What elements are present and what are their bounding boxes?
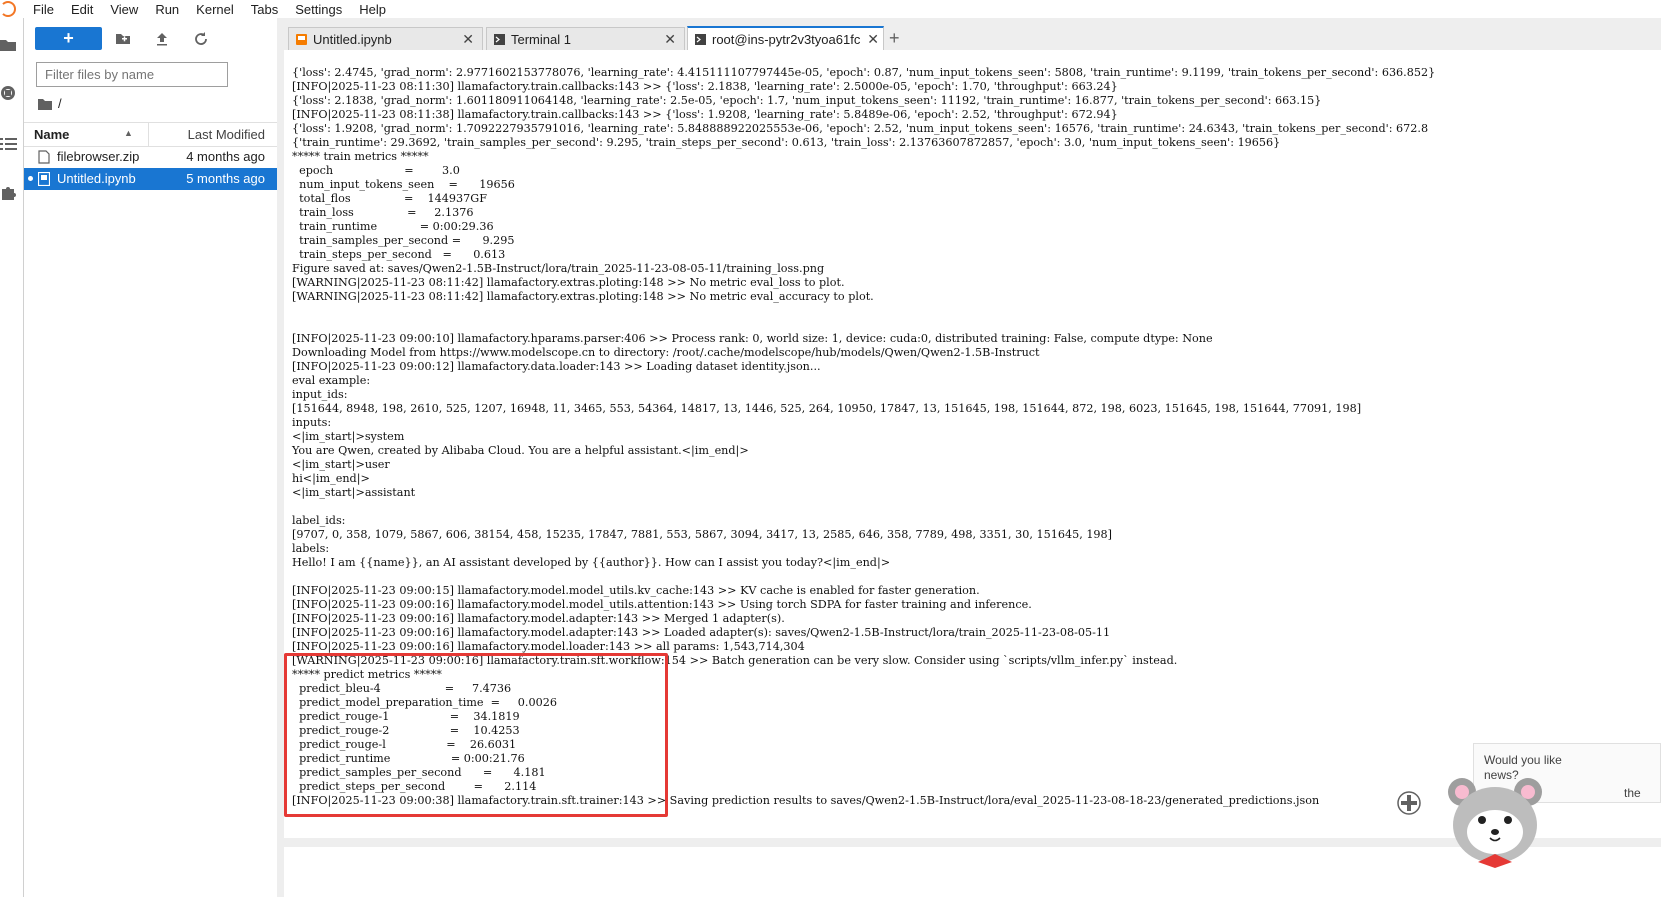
- tab-untitled-notebook[interactable]: Untitled.ipynb ✕: [288, 27, 483, 50]
- menu-run[interactable]: Run: [155, 2, 179, 17]
- assistant-gear-icon[interactable]: [1396, 790, 1422, 816]
- toc-icon[interactable]: [0, 135, 18, 153]
- file-browser: + / Name ▲ Last Modified filebrowser.zip…: [24, 18, 278, 897]
- plus-label: +: [63, 28, 74, 48]
- extension-icon[interactable]: [0, 183, 18, 201]
- filter-files-input-wrapper: [36, 62, 228, 87]
- file-list-header: Name ▲ Last Modified: [24, 122, 277, 147]
- file-icon: [38, 150, 50, 164]
- new-folder-icon[interactable]: [115, 31, 131, 47]
- breadcrumb-root[interactable]: /: [58, 96, 62, 111]
- file-name: filebrowser.zip: [57, 149, 140, 164]
- close-icon[interactable]: ✕: [664, 31, 676, 48]
- new-launcher-button[interactable]: +: [35, 27, 102, 50]
- tab-label: root@ins-pytr2v3tyoa61fc: [712, 31, 861, 47]
- predict-metrics-highlight: [284, 653, 668, 817]
- activity-bar: [0, 18, 24, 897]
- mascot-icon[interactable]: [1440, 770, 1550, 870]
- terminal-icon: [494, 33, 505, 45]
- running-icon[interactable]: [0, 84, 18, 102]
- tab-bar: Untitled.ipynb ✕ Terminal 1 ✕ root@ins-p…: [284, 18, 1661, 51]
- file-name: Untitled.ipynb: [57, 171, 136, 186]
- upload-icon[interactable]: [154, 31, 170, 47]
- panel-splitter[interactable]: [277, 18, 284, 897]
- terminal-icon: [695, 33, 706, 45]
- folder-icon: [38, 98, 52, 110]
- breadcrumb[interactable]: /: [38, 96, 62, 111]
- menu-bar: File Edit View Run Kernel Tabs Settings …: [0, 0, 1661, 18]
- menu-edit[interactable]: Edit: [71, 2, 93, 17]
- running-dot-icon: [28, 176, 33, 181]
- sort-ascending-icon: ▲: [124, 128, 133, 138]
- close-icon[interactable]: ✕: [462, 31, 474, 48]
- close-icon[interactable]: ✕: [867, 31, 879, 48]
- column-last-modified[interactable]: Last Modified: [188, 127, 265, 142]
- tab-root-terminal[interactable]: root@ins-pytr2v3tyoa61fc ✕: [687, 26, 884, 50]
- filter-files-input[interactable]: [37, 66, 223, 83]
- tab-label: Terminal 1: [511, 31, 571, 47]
- menu-tabs[interactable]: Tabs: [251, 2, 278, 17]
- notification-text-cut: the: [1624, 786, 1641, 800]
- file-row[interactable]: filebrowser.zip 4 months ago: [24, 146, 277, 168]
- refresh-icon[interactable]: [193, 31, 209, 47]
- notebook-icon: [296, 33, 307, 45]
- menu-kernel[interactable]: Kernel: [196, 2, 234, 17]
- menu-settings[interactable]: Settings: [295, 2, 342, 17]
- file-modified: 4 months ago: [186, 149, 265, 164]
- column-divider[interactable]: [148, 123, 149, 146]
- folder-icon[interactable]: [0, 36, 18, 54]
- file-modified: 5 months ago: [186, 171, 265, 186]
- tab-terminal-1[interactable]: Terminal 1 ✕: [486, 27, 685, 50]
- notebook-icon: [38, 172, 50, 186]
- tab-label: Untitled.ipynb: [313, 31, 392, 47]
- menu-view[interactable]: View: [110, 2, 138, 17]
- menu-file[interactable]: File: [33, 2, 54, 17]
- add-tab-icon[interactable]: +: [889, 28, 900, 49]
- column-name[interactable]: Name: [34, 127, 69, 142]
- file-row-selected[interactable]: Untitled.ipynb 5 months ago: [24, 168, 277, 190]
- jupyter-logo-icon: [0, 1, 16, 17]
- menu-help[interactable]: Help: [359, 2, 386, 17]
